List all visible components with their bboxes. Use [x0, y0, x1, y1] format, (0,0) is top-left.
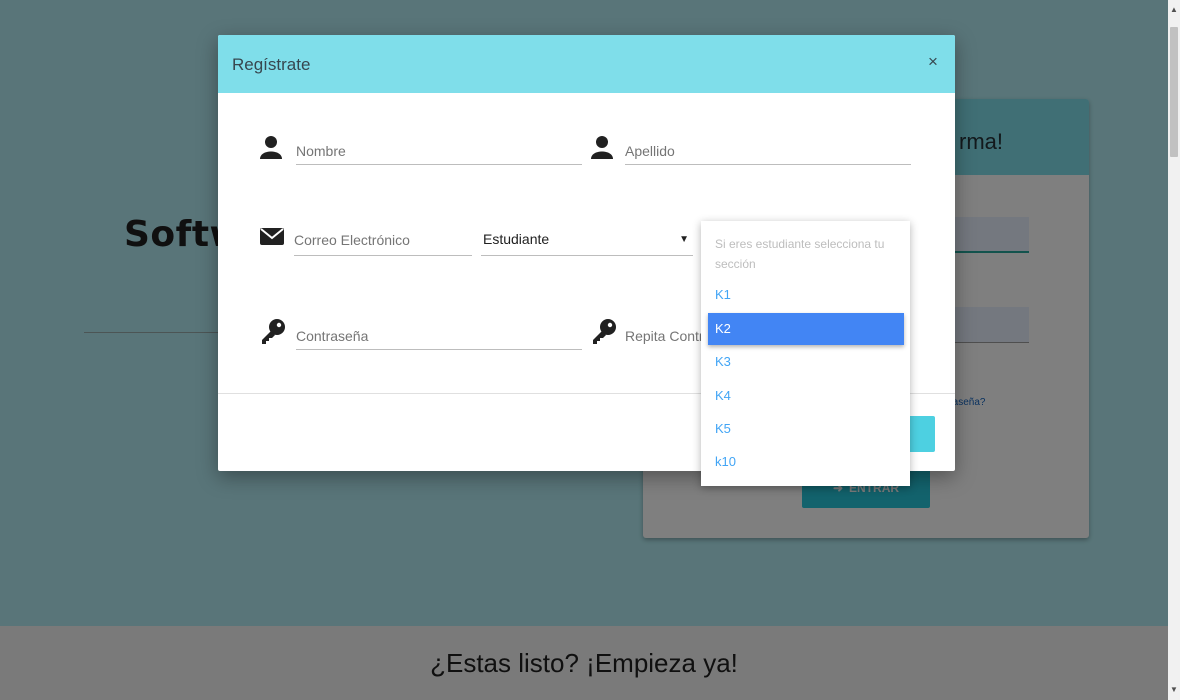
password-placeholder: Contraseña	[296, 328, 369, 344]
envelope-icon	[260, 228, 284, 245]
section-option-k5[interactable]: K5	[701, 413, 910, 445]
first-name-underline	[296, 164, 582, 165]
first-name-field[interactable]: Nombre	[260, 133, 582, 165]
first-name-placeholder: Nombre	[296, 143, 346, 159]
role-select[interactable]: Estudiante ▼	[481, 226, 693, 256]
section-option-k3[interactable]: K3	[701, 346, 910, 378]
scroll-down-arrow-icon[interactable]: ▼	[1168, 684, 1180, 696]
section-option-k4[interactable]: K4	[701, 380, 910, 412]
scrollbar-thumb[interactable]	[1170, 27, 1178, 157]
key-icon	[593, 319, 616, 344]
section-option-k2[interactable]: K2	[708, 313, 904, 345]
password-field[interactable]: Contraseña	[260, 318, 582, 350]
modal-header: Regístrate ×	[218, 35, 955, 93]
last-name-placeholder: Apellido	[625, 143, 675, 159]
page-scrollbar[interactable]: ▲ ▼	[1168, 0, 1180, 700]
close-icon[interactable]: ×	[925, 52, 941, 72]
scroll-up-arrow-icon[interactable]: ▲	[1168, 4, 1180, 16]
role-select-value: Estudiante	[483, 231, 550, 247]
key-icon	[262, 319, 285, 344]
person-icon	[591, 136, 613, 159]
email-field[interactable]: Correo Electrónico	[260, 224, 472, 256]
modal-title: Regístrate	[232, 55, 311, 74]
last-name-underline	[625, 164, 911, 165]
repeat-password-placeholder: Repita Contr	[625, 328, 704, 344]
last-name-field[interactable]: Apellido	[591, 133, 911, 165]
person-icon	[260, 136, 282, 159]
section-option-k1[interactable]: K1	[701, 279, 910, 311]
repeat-password-field[interactable]: Repita Contr	[591, 318, 704, 350]
email-placeholder: Correo Electrónico	[294, 232, 410, 248]
section-dropdown-hint: Si eres estudiante selecciona tu sección	[715, 237, 885, 271]
email-underline	[294, 255, 472, 256]
password-underline	[296, 349, 582, 350]
section-option-k10[interactable]: k10	[701, 446, 910, 478]
register-submit-button[interactable]	[910, 416, 935, 452]
section-dropdown[interactable]: Si eres estudiante selecciona tu sección…	[701, 221, 910, 486]
chevron-down-icon: ▼	[679, 234, 689, 245]
